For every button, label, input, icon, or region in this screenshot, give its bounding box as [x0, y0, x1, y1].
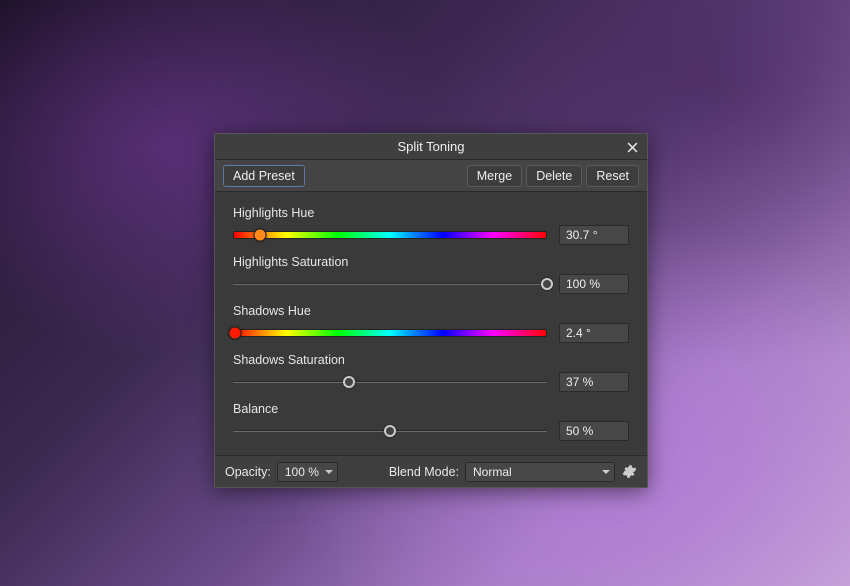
blend-mode-label: Blend Mode: [389, 465, 459, 479]
highlights-hue-label: Highlights Hue [233, 206, 629, 220]
panel-body: Highlights Hue 30.7 ° Highlights Saturat… [215, 192, 647, 455]
reset-button[interactable]: Reset [586, 165, 639, 187]
highlights-saturation-label: Highlights Saturation [233, 255, 629, 269]
highlights-hue-row: Highlights Hue 30.7 ° [233, 206, 629, 245]
shadows-saturation-label: Shadows Saturation [233, 353, 629, 367]
balance-label: Balance [233, 402, 629, 416]
shadows-hue-label: Shadows Hue [233, 304, 629, 318]
highlights-saturation-thumb[interactable] [541, 278, 553, 290]
opacity-select[interactable]: 100 % [277, 462, 338, 482]
footer: Opacity: 100 % Blend Mode: Normal [215, 455, 647, 487]
highlights-hue-thumb[interactable] [253, 229, 266, 242]
close-icon [627, 142, 638, 153]
shadows-saturation-slider[interactable] [233, 375, 547, 389]
caret-down-icon [602, 470, 610, 474]
blend-mode-select[interactable]: Normal [465, 462, 615, 482]
caret-down-icon [325, 470, 333, 474]
shadows-hue-thumb[interactable] [229, 327, 242, 340]
shadows-saturation-thumb[interactable] [343, 376, 355, 388]
balance-row: Balance 50 % [233, 402, 629, 441]
shadows-saturation-value[interactable]: 37 % [559, 372, 629, 392]
gear-icon [622, 464, 637, 479]
highlights-saturation-slider[interactable] [233, 277, 547, 291]
close-button[interactable] [623, 138, 641, 156]
panel-title: Split Toning [398, 139, 465, 154]
balance-value[interactable]: 50 % [559, 421, 629, 441]
highlights-hue-value[interactable]: 30.7 ° [559, 225, 629, 245]
shadows-saturation-row: Shadows Saturation 37 % [233, 353, 629, 392]
merge-button[interactable]: Merge [467, 165, 522, 187]
balance-thumb[interactable] [384, 425, 396, 437]
opacity-label: Opacity: [225, 465, 271, 479]
shadows-hue-value[interactable]: 2.4 ° [559, 323, 629, 343]
delete-button[interactable]: Delete [526, 165, 582, 187]
add-preset-button[interactable]: Add Preset [223, 165, 305, 187]
highlights-saturation-value[interactable]: 100 % [559, 274, 629, 294]
opacity-value: 100 % [285, 465, 319, 479]
blend-mode-value: Normal [473, 465, 512, 479]
shadows-hue-slider[interactable] [233, 326, 547, 340]
highlights-saturation-row: Highlights Saturation 100 % [233, 255, 629, 294]
split-toning-panel: Split Toning Add Preset Merge Delete Res… [214, 133, 648, 488]
settings-button[interactable] [621, 464, 637, 480]
balance-slider[interactable] [233, 424, 547, 438]
toolbar: Add Preset Merge Delete Reset [215, 160, 647, 192]
titlebar: Split Toning [215, 134, 647, 160]
highlights-hue-slider[interactable] [233, 228, 547, 242]
shadows-hue-row: Shadows Hue 2.4 ° [233, 304, 629, 343]
